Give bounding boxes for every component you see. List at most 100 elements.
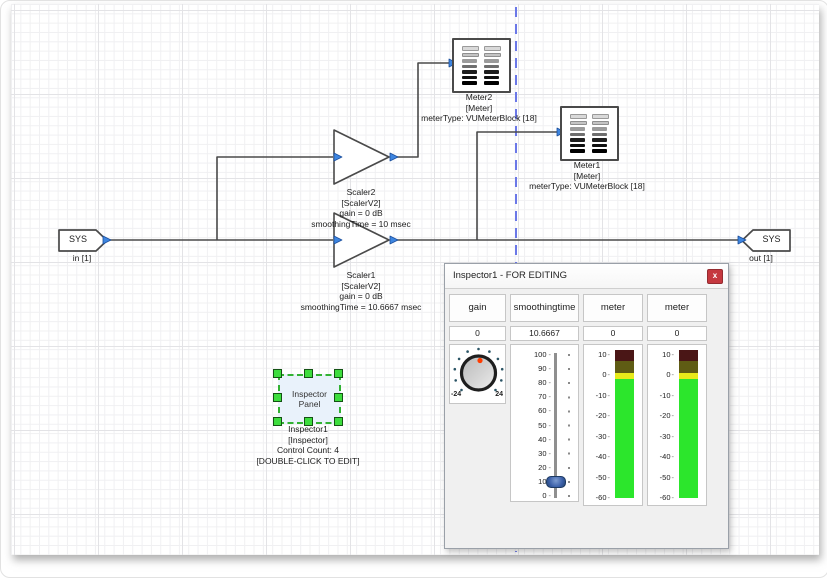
meter-a-header: meter: [583, 294, 643, 322]
selection-handle[interactable]: [273, 369, 282, 378]
meter-tick-label: -30: [596, 432, 607, 441]
meter-tick-label: -50: [596, 473, 607, 482]
gain-max-label: 24: [495, 391, 503, 398]
design-canvas-screenshot: SYS in [1] SYS out [1] Meter2 [Meter] me…: [0, 0, 827, 578]
meter2-name: Meter2: [369, 92, 589, 103]
meter-tick-label: 0: [666, 370, 670, 379]
slider-tick-label: 30: [538, 449, 546, 458]
selection-handle[interactable]: [273, 393, 282, 402]
inspector-window: Inspector1 - FOR EDITING x gain 0: [444, 263, 729, 549]
meter-a-panel: 10- 0- -10- -20- -30- -40- -50- -60-: [583, 344, 643, 506]
slider-tick-label: 20: [538, 463, 546, 472]
scaler1-smoothing: smoothingTime = 10.6667 msec: [251, 302, 471, 313]
meter-segment-green: [679, 379, 698, 498]
meter-segment-olive: [615, 361, 634, 373]
scaler1-type: [ScalerV2]: [251, 281, 471, 292]
meter-tick-label: -10: [596, 391, 607, 400]
meter2-type: [Meter]: [369, 103, 589, 114]
selection-handle[interactable]: [334, 369, 343, 378]
meter-segment-olive: [679, 361, 698, 373]
meter-tick-label: -50: [660, 473, 671, 482]
slider-tick-label: 90: [538, 364, 546, 373]
meter-tick-label: -20: [660, 411, 671, 420]
inspector-window-titlebar[interactable]: Inspector1 - FOR EDITING x: [445, 264, 728, 289]
meter-b-header: meter: [647, 294, 707, 322]
meter-tick-label: -20: [596, 411, 607, 420]
scaler2-smoothing: smoothingTime = 10 msec: [251, 219, 471, 230]
smoothingtime-header: smoothingtime: [510, 294, 579, 322]
slider-dot-ticks: [568, 354, 570, 498]
sys-out-sublabel: out [1]: [731, 253, 791, 264]
scaler2-labels: Scaler2 [ScalerV2] gain = 0 dB smoothing…: [251, 187, 471, 229]
meter1-labels: Meter1 [Meter] meterType: VUMeterBlock […: [477, 160, 697, 192]
meter-tick-label: -60: [596, 493, 607, 502]
meter1-metertype: meterType: VUMeterBlock [18]: [477, 181, 697, 192]
meter-tick-label: 10: [598, 350, 606, 359]
selection-handle[interactable]: [334, 417, 343, 426]
meter1-type: [Meter]: [477, 171, 697, 182]
meter-tick-label: -40: [596, 452, 607, 461]
vu-meter-icon: [462, 46, 479, 85]
gain-value: 0: [449, 326, 506, 341]
sys-out-label: SYS: [753, 234, 790, 244]
meter-segment-green: [615, 379, 634, 498]
sys-in-sublabel: in [1]: [57, 253, 107, 264]
meter-a-bar: [615, 350, 634, 498]
inspector-block-labels: Inspector1 [Inspector] Control Count: 4 …: [218, 424, 398, 466]
slider-tick-label: 0: [542, 491, 546, 500]
meter-tick-label: 10: [662, 350, 670, 359]
sys-in-label: SYS: [59, 234, 97, 244]
selection-handle[interactable]: [273, 417, 282, 426]
meter-tick-label: -30: [660, 432, 671, 441]
meter-b-panel: 10- 0- -10- -20- -30- -40- -50- -60-: [647, 344, 707, 506]
meter-tick-label: 0: [602, 370, 606, 379]
gain-header: gain: [449, 294, 506, 322]
slider-tick-label: 80: [538, 378, 546, 387]
close-icon[interactable]: x: [707, 269, 723, 284]
scaler2-type: [ScalerV2]: [251, 198, 471, 209]
slider-thumb[interactable]: [546, 476, 566, 488]
smoothingtime-column: smoothingtime 10.6667 100- 90- 80- 70- 6…: [510, 294, 579, 502]
inspector-panel-text2: Panel: [299, 399, 321, 409]
knob-indicator-dot: [477, 358, 482, 363]
meter2-block[interactable]: [452, 38, 511, 93]
selection-handle[interactable]: [334, 393, 343, 402]
inspector-window-title: Inspector1 - FOR EDITING: [453, 270, 567, 281]
meter-tick-label: -40: [660, 452, 671, 461]
meter2-metertype: meterType: VUMeterBlock [18]: [369, 113, 589, 124]
slider-tick-label: 60: [538, 406, 546, 415]
vu-meter-icon: [484, 46, 501, 85]
inspector-block-count: Control Count: 4: [218, 445, 398, 456]
gain-min-label: -24: [451, 391, 461, 398]
slider-tick-label: 40: [538, 435, 546, 444]
meter-b-value: 0: [647, 326, 707, 341]
slider-tick-label: 50: [538, 421, 546, 430]
smoothingtime-slider-panel: 100- 90- 80- 70- 60- 50- 40- 30- 20- 10-…: [510, 344, 579, 502]
meter-b-bar: [679, 350, 698, 498]
meter2-labels: Meter2 [Meter] meterType: VUMeterBlock […: [369, 92, 589, 124]
inspector-block-type: [Inspector]: [218, 435, 398, 446]
inspector-block-hint: [DOUBLE-CLICK TO EDIT]: [218, 456, 398, 467]
vu-meter-icon: [592, 114, 609, 153]
meter-segment-red: [679, 350, 698, 361]
meter-segment-red: [615, 350, 634, 361]
slider-tick-label: 70: [538, 392, 546, 401]
scaler2-gain: gain = 0 dB: [251, 208, 471, 219]
selection-handle[interactable]: [304, 369, 313, 378]
meter-tick-label: -60: [660, 493, 671, 502]
meter-b-column: meter 0 10- 0- -10- -20- -30- -40- -50- …: [647, 294, 707, 506]
meter-a-column: meter 0 10- 0- -10- -20- -30- -40- -50- …: [583, 294, 643, 506]
smoothingtime-value: 10.6667: [510, 326, 579, 341]
scaler1-labels: Scaler1 [ScalerV2] gain = 0 dB smoothing…: [251, 270, 471, 312]
inspector-panel-text1: Inspector: [292, 389, 327, 399]
slider-tick-label: 100: [534, 350, 547, 359]
gain-knob-panel: -24 24: [449, 344, 506, 404]
meter-tick-label: -10: [660, 391, 671, 400]
scaler1-gain: gain = 0 dB: [251, 291, 471, 302]
meter1-name: Meter1: [477, 160, 697, 171]
selection-handle[interactable]: [304, 417, 313, 426]
scaler2-name: Scaler2: [251, 187, 471, 198]
gain-column: gain 0: [449, 294, 506, 404]
scaler1-name: Scaler1: [251, 270, 471, 281]
meter-a-value: 0: [583, 326, 643, 341]
